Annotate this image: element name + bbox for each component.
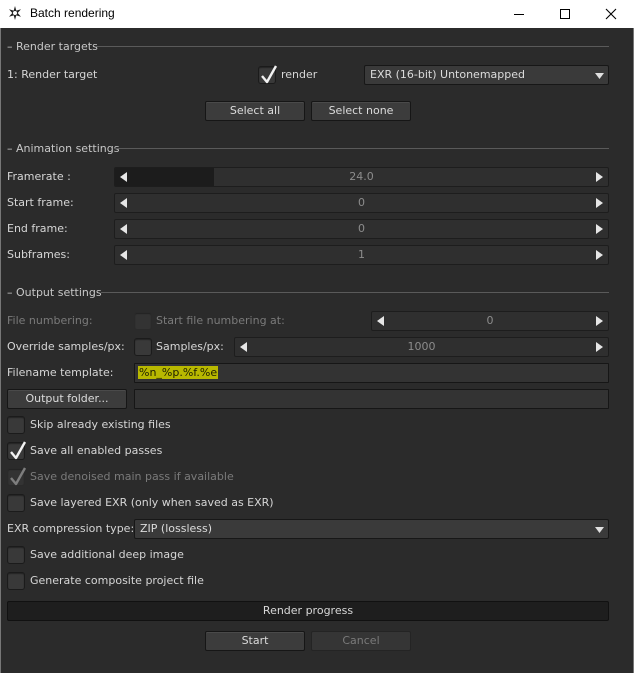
checkmark-icon (10, 441, 27, 460)
close-icon (605, 8, 617, 20)
exr-compression-label: EXR compression type: (7, 522, 135, 535)
arrow-left-icon[interactable] (120, 198, 127, 208)
chevron-down-icon (595, 73, 604, 79)
section-divider (114, 148, 609, 149)
save-denoised-checkbox[interactable] (7, 467, 27, 486)
arrow-left-icon[interactable] (120, 172, 127, 182)
framerate-slider[interactable]: 24.0 (114, 167, 609, 187)
skip-existing-checkbox[interactable] (7, 416, 25, 434)
section-dash: – (7, 285, 16, 299)
arrow-right-icon[interactable] (596, 198, 603, 208)
output-format-dropdown[interactable]: EXR (16-bit) Untonemapped (364, 65, 609, 85)
samples-slider[interactable]: 1000 (234, 337, 609, 357)
subframes-slider[interactable]: 1 (114, 245, 609, 265)
arrow-right-icon[interactable] (596, 342, 603, 352)
end-frame-value: 0 (358, 222, 365, 235)
output-folder-button[interactable]: Output folder... (7, 389, 127, 409)
maximize-button[interactable] (542, 0, 588, 28)
start-button[interactable]: Start (205, 631, 305, 651)
cancel-button[interactable]: Cancel (311, 631, 411, 651)
arrow-right-icon[interactable] (596, 250, 603, 260)
start-frame-slider[interactable]: 0 (114, 193, 609, 213)
dialog-body: – Render targets 1: Render target render… (1, 28, 633, 673)
override-samples-label: Override samples/px: (7, 340, 125, 353)
framerate-value: 24.0 (349, 170, 374, 183)
arrow-right-icon[interactable] (596, 224, 603, 234)
end-frame-slider[interactable]: 0 (114, 219, 609, 239)
save-layered-exr-label: Save layered EXR (only when saved as EXR… (30, 496, 274, 509)
section-divider (101, 292, 609, 293)
render-checkbox[interactable] (258, 65, 278, 84)
start-numbering-slider[interactable]: 0 (371, 311, 609, 331)
subframes-value: 1 (358, 248, 365, 261)
samples-checkbox[interactable] (134, 338, 152, 356)
minimize-icon (514, 14, 524, 15)
samples-label: Samples/px: (156, 340, 224, 353)
start-numbering-checkbox[interactable] (134, 312, 152, 330)
select-none-button[interactable]: Select none (311, 101, 411, 121)
start-numbering-value: 0 (486, 314, 494, 327)
arrow-left-icon[interactable] (240, 342, 247, 352)
arrow-left-icon[interactable] (120, 250, 127, 260)
render-target-label: 1: Render target (7, 68, 98, 81)
render-checkbox-label: render (281, 68, 318, 81)
section-dash: – (7, 39, 16, 53)
section-title-render-targets: Render targets (16, 39, 98, 53)
octane-star-icon (9, 6, 21, 20)
minimize-button[interactable] (496, 0, 542, 28)
section-dash: – (7, 141, 16, 155)
subframes-label: Subframes: (7, 248, 70, 261)
output-format-value: EXR (16-bit) Untonemapped (370, 68, 525, 81)
composite-project-checkbox[interactable] (7, 572, 25, 590)
skip-existing-label: Skip already existing files (30, 418, 171, 431)
deep-image-label: Save additional deep image (30, 548, 184, 561)
exr-compression-dropdown[interactable]: ZIP (lossless) (134, 519, 609, 539)
section-divider (95, 46, 609, 47)
samples-value: 1000 (407, 340, 436, 353)
arrow-left-icon[interactable] (377, 316, 384, 326)
section-animation-settings: – Animation settings (7, 140, 119, 156)
output-folder-input[interactable] (134, 389, 609, 409)
start-frame-label: Start frame: (7, 196, 74, 209)
save-passes-label: Save all enabled passes (30, 444, 163, 457)
end-frame-label: End frame: (7, 222, 68, 235)
deep-image-checkbox[interactable] (7, 546, 25, 564)
chevron-down-icon (595, 527, 604, 533)
checkmark-icon (10, 467, 27, 486)
section-title-output: Output settings (16, 285, 102, 299)
section-title-animation: Animation settings (16, 141, 120, 155)
file-numbering-label: File numbering: (7, 314, 93, 327)
framerate-label: Framerate : (7, 170, 71, 183)
maximize-icon (560, 9, 570, 19)
filename-template-label: Filename template: (7, 366, 114, 379)
start-frame-value: 0 (358, 196, 365, 209)
composite-project-label: Generate composite project file (30, 574, 204, 587)
filename-template-input[interactable]: %n_%p.%f.%e (134, 363, 609, 383)
section-output-settings: – Output settings (7, 284, 102, 300)
filename-template-value: %n_%p.%f.%e (138, 366, 219, 379)
save-denoised-label: Save denoised main pass if available (30, 470, 234, 483)
start-numbering-label: Start file numbering at: (156, 314, 285, 327)
arrow-right-icon[interactable] (596, 172, 603, 182)
exr-compression-value: ZIP (lossless) (140, 522, 213, 535)
arrow-right-icon[interactable] (596, 316, 603, 326)
window-title: Batch rendering (30, 6, 115, 20)
arrow-left-icon[interactable] (120, 224, 127, 234)
title-bar: Batch rendering (0, 0, 634, 28)
save-layered-exr-checkbox[interactable] (7, 494, 25, 512)
save-passes-checkbox[interactable] (7, 441, 27, 460)
select-all-button[interactable]: Select all (205, 101, 305, 121)
close-button[interactable] (588, 0, 634, 28)
checkmark-icon (261, 65, 278, 84)
render-progress-bar: Render progress (7, 601, 609, 621)
section-render-targets: – Render targets (7, 38, 98, 54)
